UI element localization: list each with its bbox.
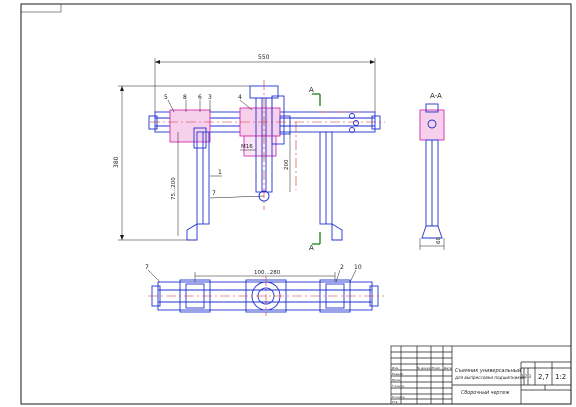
section-cut-line xyxy=(312,93,321,245)
dim-overall-width: 550 xyxy=(258,54,270,61)
assembly-drawing-sheet: A A 550 380 75...200 200 M16 5 8 6 3 4 1… xyxy=(20,3,572,405)
section-mark-bottom: A xyxy=(309,244,314,252)
balloon-6: 6 xyxy=(198,94,202,101)
section-view xyxy=(419,103,445,239)
tb-sheet-2: 2 xyxy=(525,374,528,379)
dim-section-width: 60 xyxy=(436,237,442,244)
tb-doc-type: Сборочный чертеж xyxy=(461,390,510,396)
dim-span: 100...280 xyxy=(254,270,281,276)
tb-mass: 2,7 xyxy=(538,373,549,381)
dim-stroke: 75...200 xyxy=(171,177,177,200)
dim-thread: M16 xyxy=(241,144,253,150)
tb-col-sign: Подп. xyxy=(432,366,441,370)
balloon-3: 3 xyxy=(208,94,212,101)
tb-sheet-3: 3 xyxy=(529,374,532,379)
tb-row-prov: Пров. xyxy=(392,378,401,382)
balloon-4: 4 xyxy=(238,94,242,101)
front-view xyxy=(148,85,381,241)
balloon-1: 1 xyxy=(218,169,222,176)
dim-height: 380 xyxy=(113,156,120,168)
tb-name-line2: для выпрессовки подшипников xyxy=(454,375,525,380)
left-carriage xyxy=(169,109,211,143)
balloon-8: 8 xyxy=(183,94,187,101)
tb-name-line1: Съемник универсальный xyxy=(455,368,522,374)
tb-col-date: Дата xyxy=(444,366,452,370)
tb-scale: 1:2 xyxy=(555,373,566,381)
tb-row-razrab: Разраб. xyxy=(392,372,404,376)
tb-row-nkontr: Н.контр. xyxy=(392,395,405,399)
balloon-top-10: 10 xyxy=(354,264,362,271)
balloon-top-7: 7 xyxy=(145,264,149,271)
drawing-frame xyxy=(20,3,572,405)
section-title: A-A xyxy=(430,92,442,100)
dim-screw-length: 200 xyxy=(284,159,290,170)
balloon-7: 7 xyxy=(212,190,216,197)
tb-row-izm: Изм. xyxy=(392,366,399,370)
tb-row-tkontr: Т.контр. xyxy=(391,384,405,388)
section-mark-top: A xyxy=(309,86,314,94)
tb-row-utv: Утв. xyxy=(392,400,398,404)
balloon-top-2: 2 xyxy=(340,264,344,271)
doc-stamp xyxy=(20,3,62,13)
tb-col-doc: № докум. xyxy=(417,366,432,370)
balloon-5: 5 xyxy=(164,94,168,101)
